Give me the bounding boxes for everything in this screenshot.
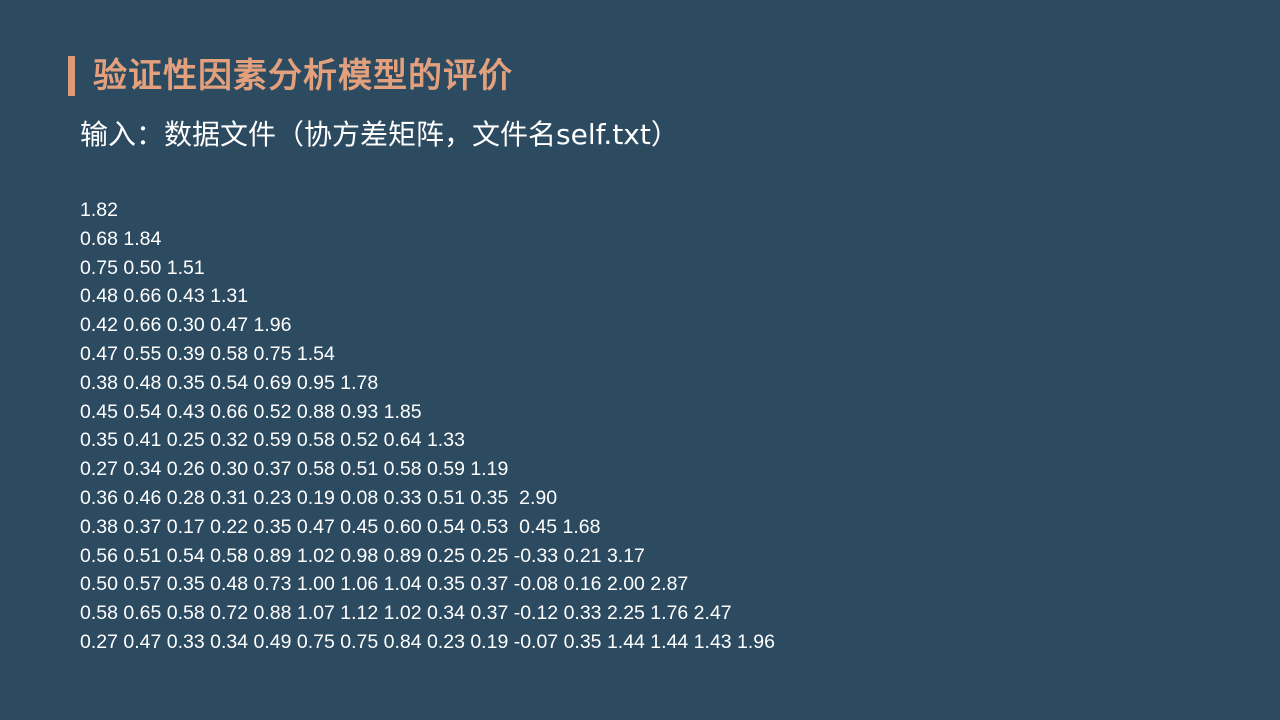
slide-subtitle: 输入：数据文件（协方差矩阵，文件名self.txt） bbox=[80, 118, 679, 151]
matrix-row: 0.27 0.34 0.26 0.30 0.37 0.58 0.51 0.58 … bbox=[80, 458, 509, 481]
slide: 验证性因素分析模型的评价 输入：数据文件（协方差矩阵，文件名self.txt） … bbox=[0, 0, 1280, 720]
matrix-row: 0.48 0.66 0.43 1.31 bbox=[80, 285, 249, 308]
title-accent-bar bbox=[68, 56, 75, 96]
matrix-row: 0.50 0.57 0.35 0.48 0.73 1.00 1.06 1.04 … bbox=[80, 573, 689, 596]
matrix-row: 0.27 0.47 0.33 0.34 0.49 0.75 0.75 0.84 … bbox=[80, 630, 776, 653]
matrix-row: 0.47 0.55 0.39 0.58 0.75 1.54 bbox=[80, 342, 335, 365]
matrix-row: 0.68 1.84 bbox=[80, 227, 162, 250]
matrix-row: 1.82 bbox=[80, 199, 118, 221]
matrix-row: 0.38 0.48 0.35 0.54 0.69 0.95 1.78 bbox=[80, 371, 379, 394]
matrix-row: 0.45 0.54 0.43 0.66 0.52 0.88 0.93 1.85 bbox=[80, 400, 422, 423]
covariance-matrix: 1.82 0.68 1.84 0.75 0.50 1.51 0.48 0.66 0.4… bbox=[80, 196, 775, 657]
matrix-row: 0.42 0.66 0.30 0.47 1.96 bbox=[80, 314, 292, 337]
matrix-row: 0.58 0.65 0.58 0.72 0.88 1.07 1.12 1.02 … bbox=[80, 602, 732, 625]
matrix-row: 0.56 0.51 0.54 0.58 0.89 1.02 0.98 0.89 … bbox=[80, 544, 645, 567]
matrix-row: 0.75 0.50 1.51 bbox=[80, 256, 205, 279]
matrix-row: 0.36 0.46 0.28 0.31 0.23 0.19 0.08 0.33 … bbox=[80, 486, 558, 509]
matrix-row: 0.35 0.41 0.25 0.32 0.59 0.58 0.52 0.64 … bbox=[80, 429, 465, 452]
slide-title: 验证性因素分析模型的评价 bbox=[93, 56, 513, 96]
matrix-row: 0.38 0.37 0.17 0.22 0.35 0.47 0.45 0.60 … bbox=[80, 515, 601, 538]
